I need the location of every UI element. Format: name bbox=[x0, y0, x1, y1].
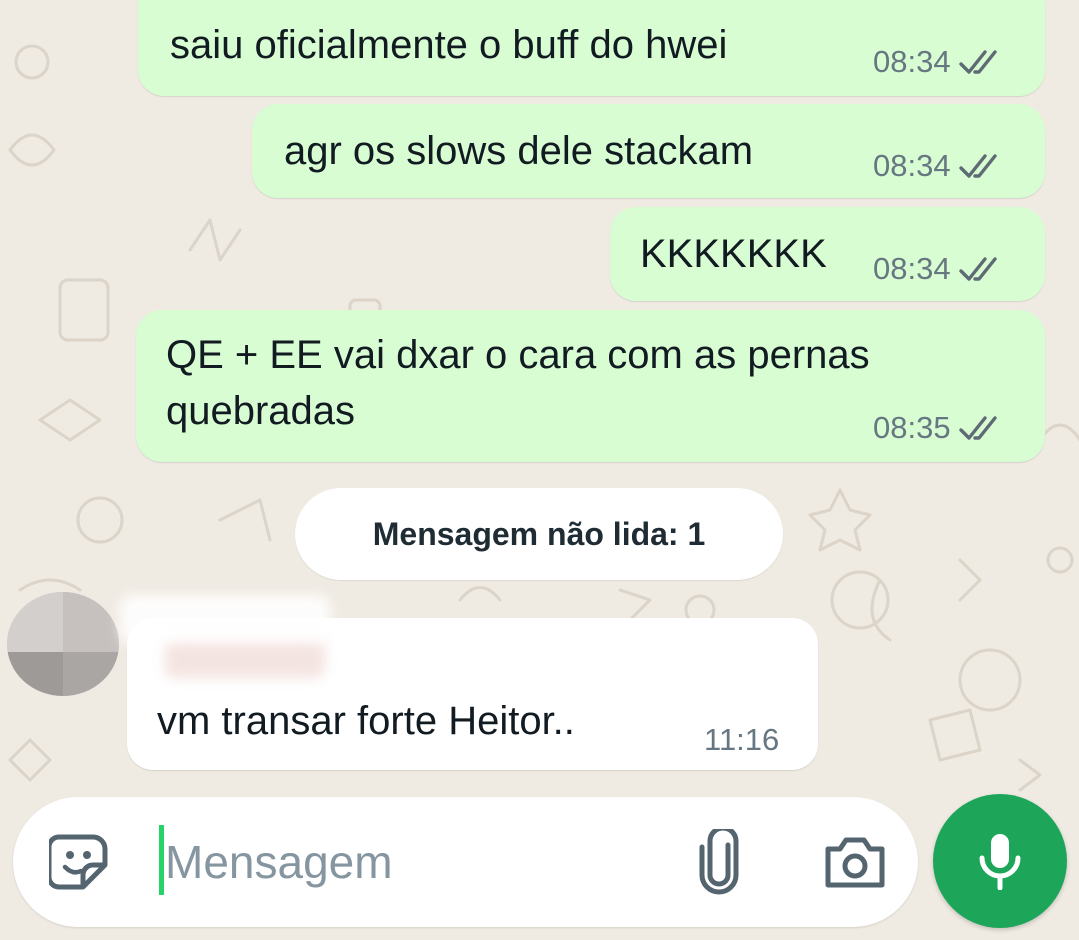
message-composer bbox=[13, 797, 918, 927]
paperclip-icon bbox=[699, 829, 739, 895]
avatar-redaction-block bbox=[63, 652, 119, 696]
double-check-icon bbox=[958, 154, 997, 178]
sender-redaction-smear bbox=[120, 595, 330, 643]
message-input[interactable] bbox=[165, 827, 685, 897]
message-meta: 08:34 bbox=[873, 148, 1003, 184]
message-meta: 11:16 bbox=[704, 722, 779, 758]
sticker-button[interactable] bbox=[47, 829, 113, 895]
avatar-redaction-block bbox=[7, 592, 63, 652]
message-text: agr os slows dele stackam bbox=[284, 129, 754, 173]
message-text: vm transar forte Heitor.. bbox=[157, 699, 575, 743]
message-meta: 08:34 bbox=[873, 251, 1003, 287]
outgoing-message-3[interactable]: KKKKKKK 08:34 bbox=[610, 207, 1045, 301]
message-text: KKKKKKK bbox=[640, 232, 827, 276]
microphone-icon bbox=[979, 834, 1021, 890]
avatar[interactable] bbox=[7, 592, 119, 696]
camera-icon bbox=[825, 837, 885, 888]
outgoing-message-1[interactable]: saiu oficialmente o buff do hwei 08:34 bbox=[138, 0, 1045, 96]
message-text-line-2: quebradas bbox=[166, 389, 356, 433]
unread-label: Mensagem não lida: 1 bbox=[372, 515, 706, 552]
outgoing-message-2[interactable]: agr os slows dele stackam 08:34 bbox=[252, 104, 1045, 198]
voice-message-button[interactable] bbox=[933, 794, 1067, 928]
message-meta: 08:34 bbox=[873, 44, 1003, 80]
camera-button[interactable] bbox=[821, 831, 889, 893]
attach-button[interactable] bbox=[691, 827, 749, 897]
message-time: 08:34 bbox=[873, 44, 951, 79]
unread-messages-separator: Mensagem não lida: 1 bbox=[295, 488, 783, 580]
double-check-icon bbox=[958, 257, 997, 281]
message-time: 08:34 bbox=[873, 251, 951, 286]
message-time: 08:35 bbox=[873, 410, 951, 445]
message-time: 11:16 bbox=[704, 722, 780, 757]
double-check-icon bbox=[958, 416, 997, 440]
sticker-icon bbox=[49, 834, 108, 890]
message-time: 08:34 bbox=[873, 148, 951, 183]
avatar-redaction-block bbox=[63, 592, 119, 652]
message-meta: 08:35 bbox=[873, 410, 1003, 446]
avatar-redaction-block bbox=[7, 652, 63, 696]
outgoing-message-4[interactable]: QE + EE vai dxar o cara com as pernas qu… bbox=[136, 310, 1045, 462]
message-text-line-1: QE + EE vai dxar o cara com as pernas bbox=[166, 333, 870, 377]
text-caret bbox=[159, 825, 164, 895]
message-text: saiu oficialmente o buff do hwei bbox=[170, 23, 728, 67]
double-check-icon bbox=[958, 50, 997, 74]
